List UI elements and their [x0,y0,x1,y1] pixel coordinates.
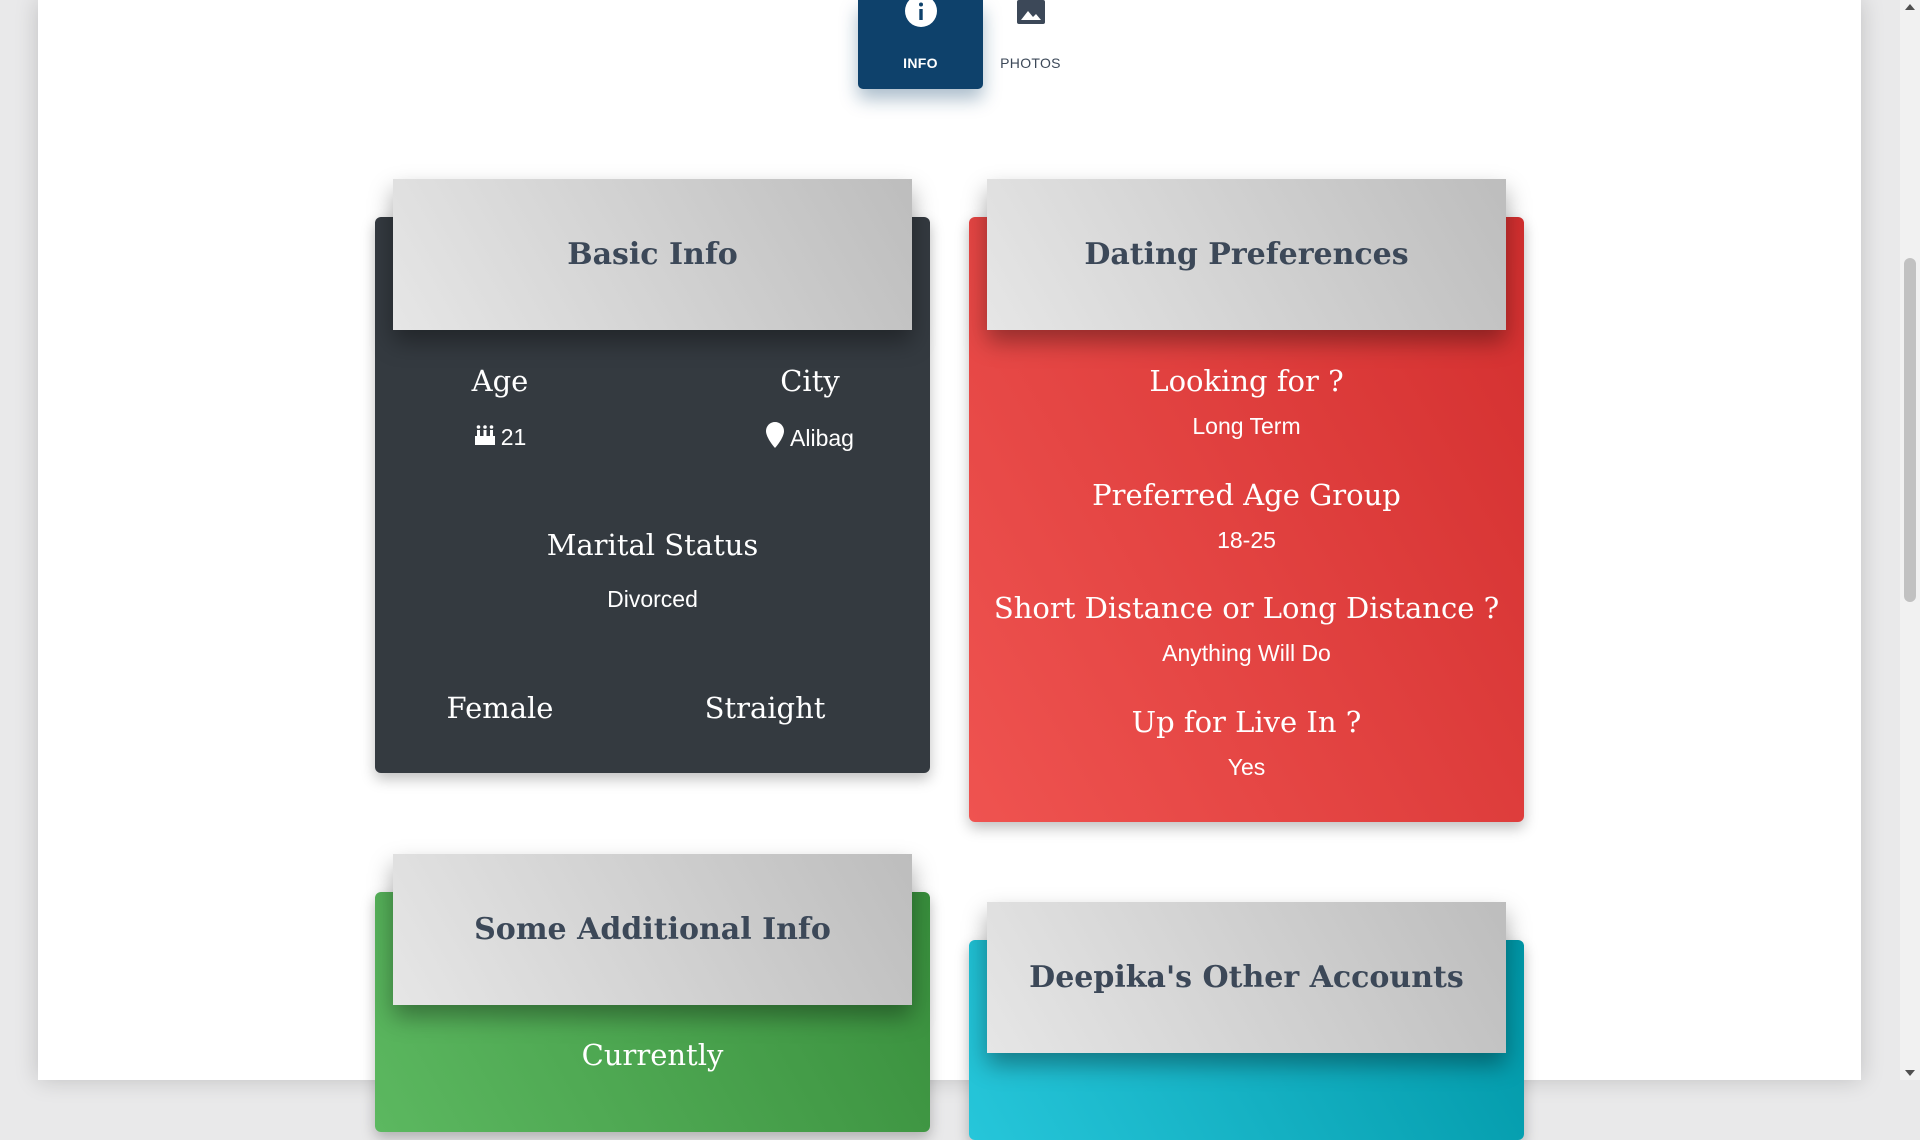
age-value: 21 [500,423,527,450]
live-in-value: Yes [1227,754,1266,780]
additional-info-card: Some Additional Info Currently [375,854,930,1132]
scrollbar-thumb[interactable] [1904,258,1916,602]
info-icon [904,0,938,33]
orientation-value: Straight [704,691,826,725]
dating-preferences-card: Dating Preferences Looking for ? Long Te… [969,179,1524,822]
other-accounts-card: Deepika's Other Accounts [969,902,1524,1140]
tab-info[interactable]: INFO [858,0,983,89]
city-value-group: Alibag [720,422,900,454]
other-accounts-title: Deepika's Other Accounts [1029,960,1464,995]
preferred-age-group-label: Preferred Age Group [1092,478,1401,512]
marital-status-value: Divorced [607,586,698,612]
tab-photos-label: PHOTOS [1000,55,1061,71]
live-in-label: Up for Live In ? [1131,705,1362,739]
additional-info-title: Some Additional Info [474,912,831,947]
gender-value: Female [446,691,554,725]
city-label: City [780,364,840,398]
distance-preference-label: Short Distance or Long Distance ? [993,591,1500,625]
dating-preferences-header: Dating Preferences [987,179,1506,330]
image-icon [1015,0,1047,33]
other-accounts-header: Deepika's Other Accounts [987,902,1506,1053]
additional-info-header: Some Additional Info [393,854,912,1005]
city-value: Alibag [790,424,854,451]
looking-for-label: Looking for ? [1149,364,1344,398]
dating-preferences-title: Dating Preferences [1084,237,1409,272]
preferred-age-group-value: 18-25 [1217,527,1276,553]
age-value-group: 21 [435,422,565,452]
map-marker-icon [766,422,785,454]
currently-label: Currently [581,1038,724,1072]
tab-info-label: INFO [903,55,938,71]
birthday-cake-icon [474,422,496,452]
page-scrollbar[interactable] [1900,0,1920,1080]
profile-page: INFO PHOTOS Basic Info Age 21 City Aliba… [38,0,1861,1140]
basic-info-card: Basic Info Age 21 City Alibag Marital St… [375,179,930,773]
age-label: Age [471,364,529,398]
marital-status-label: Marital Status [546,528,759,562]
basic-info-header: Basic Info [393,179,912,330]
distance-preference-value: Anything Will Do [1162,640,1331,666]
tab-photos[interactable]: PHOTOS [968,0,1093,89]
looking-for-value: Long Term [1192,413,1301,439]
basic-info-title: Basic Info [567,237,738,272]
scroll-down-arrow-icon[interactable] [1905,1070,1915,1076]
scroll-up-arrow-icon[interactable] [1905,4,1915,10]
